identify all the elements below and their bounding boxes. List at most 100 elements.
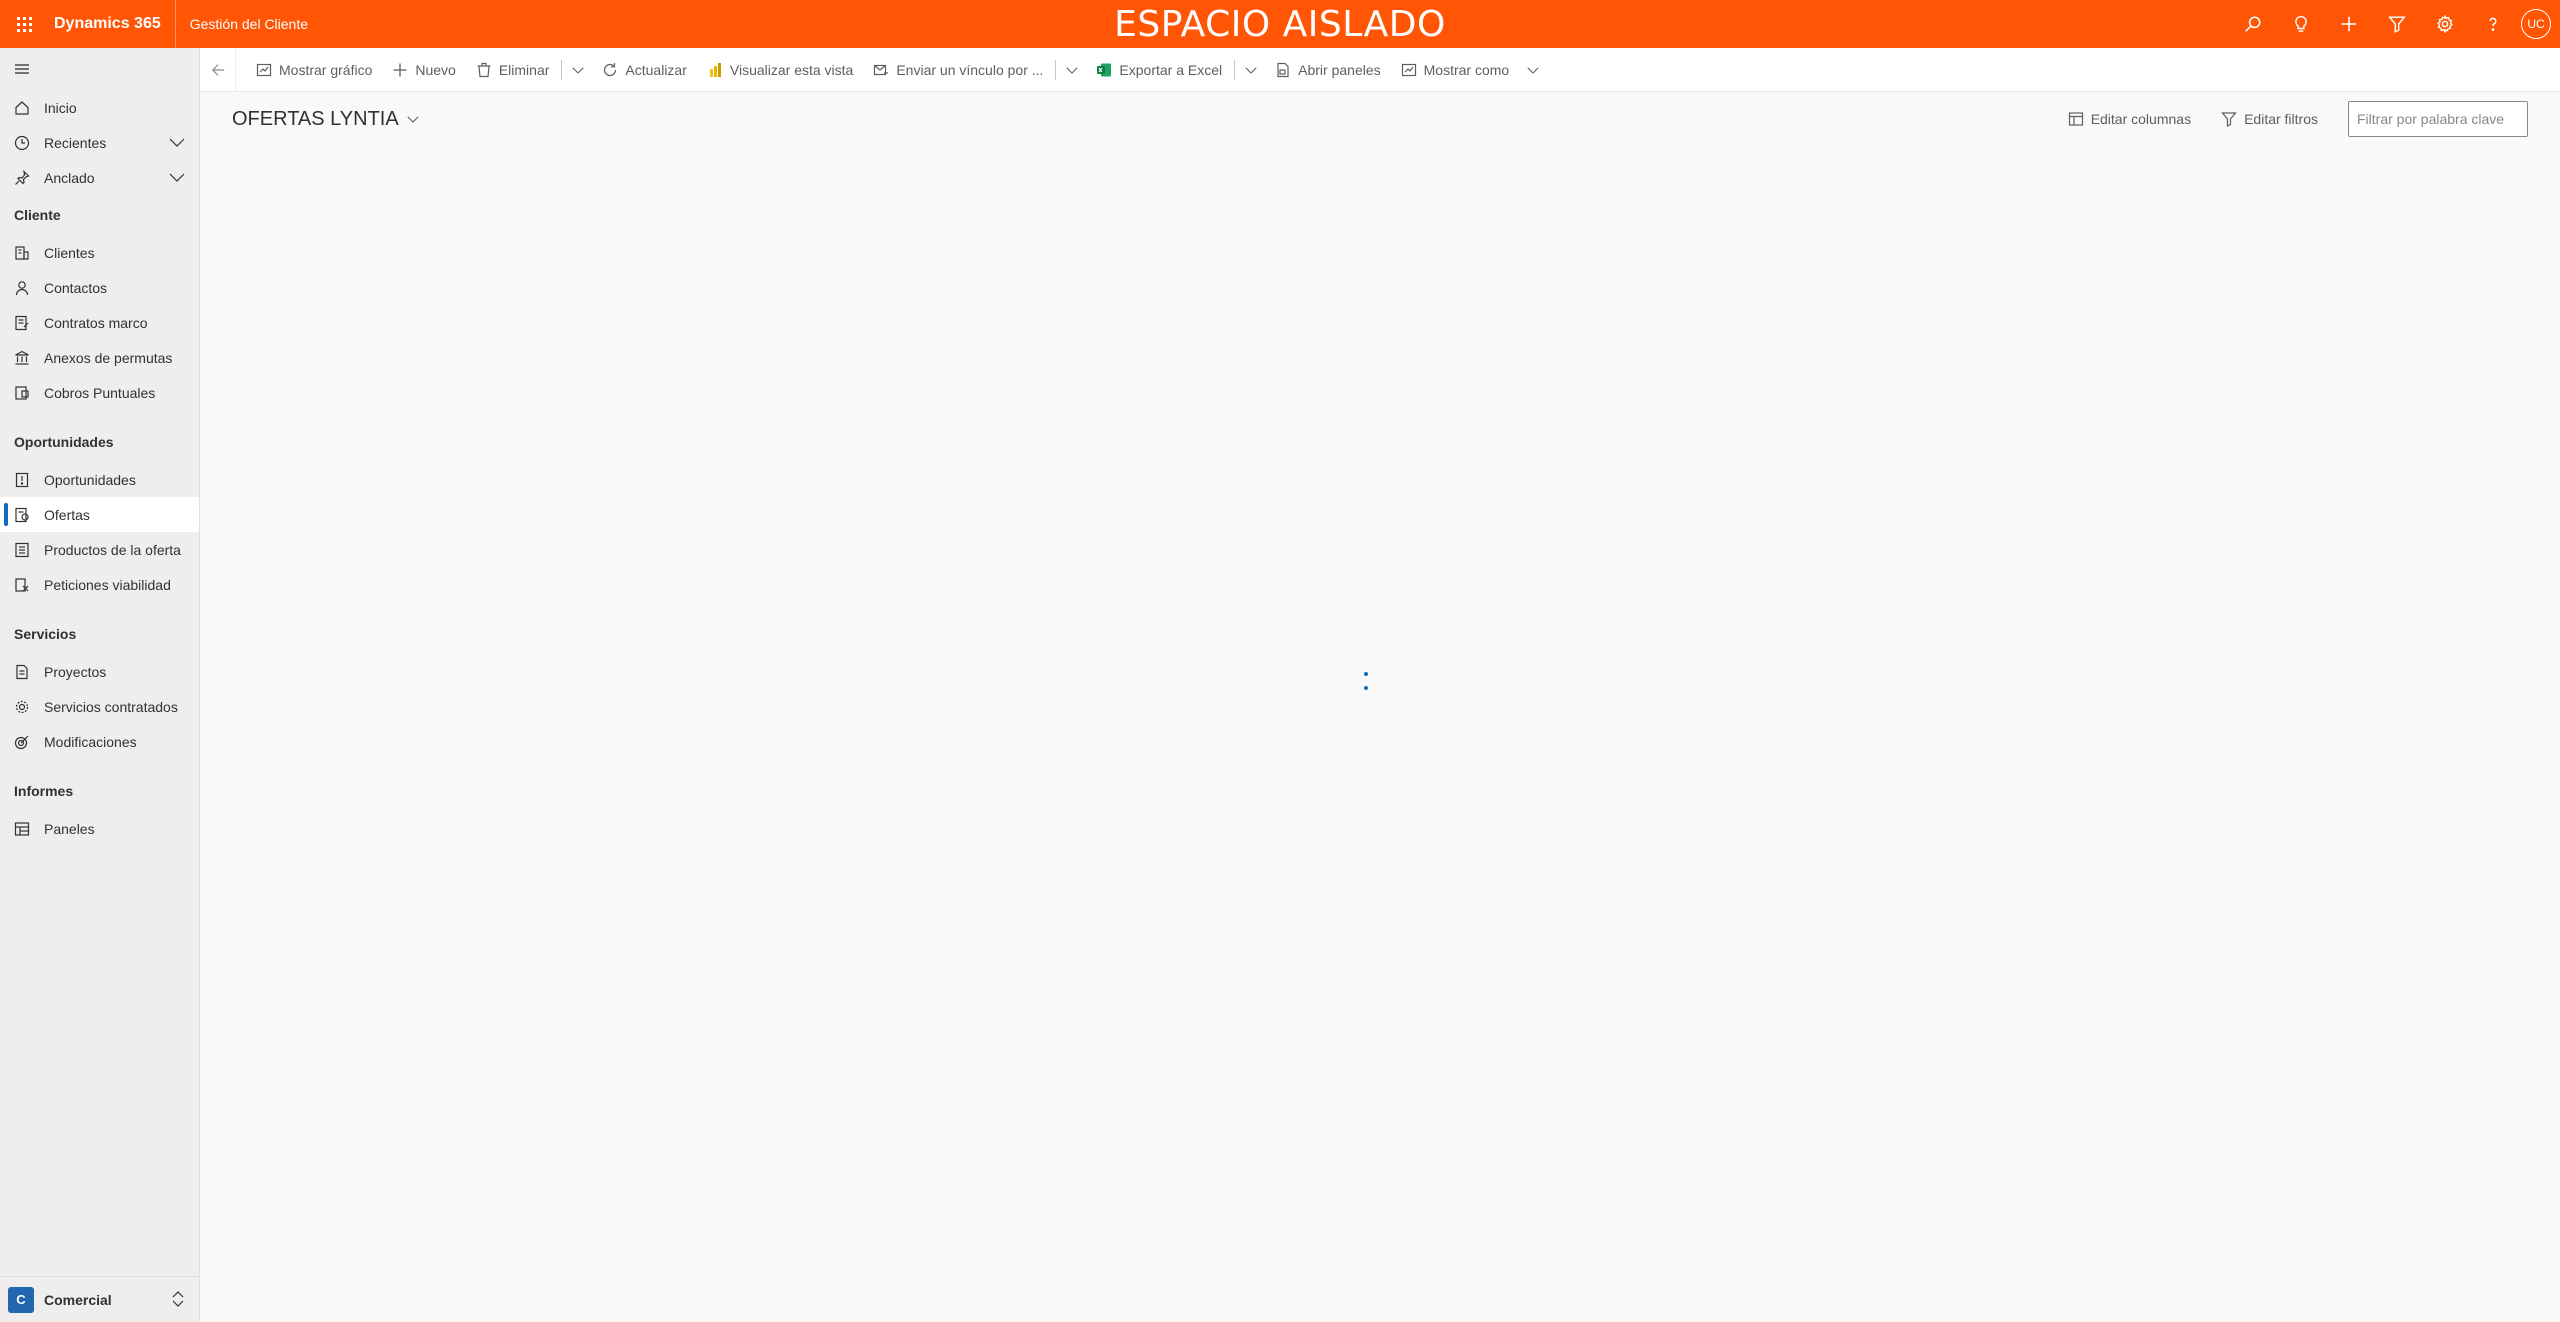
sidebar-item-label: Ofertas <box>44 506 90 523</box>
advanced-find-button[interactable] <box>2373 0 2421 48</box>
open-dashboards-label: Abrir paneles <box>1298 61 1381 78</box>
view-title: OFERTAS LYNTIA <box>232 107 399 130</box>
power-bi-icon <box>709 62 721 77</box>
view-tools: Editar columnas Editar filtros <box>2068 100 2528 138</box>
app-name[interactable]: Gestión del Cliente <box>176 16 308 32</box>
sidebar-item-cobros-puntuales[interactable]: Cobros Puntuales <box>0 375 199 410</box>
pin-icon <box>14 169 30 186</box>
home-icon <box>14 100 30 116</box>
person-icon <box>14 280 30 296</box>
keyword-filter-input[interactable] <box>2348 101 2528 137</box>
show-as-button[interactable]: Mostrar como <box>1391 48 1520 92</box>
sidebar-item-label: Productos de la oferta <box>44 541 181 558</box>
export-excel-button[interactable]: Exportar a Excel <box>1086 48 1232 92</box>
lightbulb-icon <box>2295 15 2307 32</box>
area-switcher[interactable]: C Comercial <box>0 1276 199 1322</box>
collapse-nav-button[interactable] <box>0 48 199 90</box>
view-chart-icon <box>1401 63 1416 76</box>
sidebar-item-paneles[interactable]: Paneles <box>0 811 199 846</box>
filter-icon <box>2221 112 2237 127</box>
waffle-icon <box>16 16 32 32</box>
mail-link-icon <box>874 64 889 75</box>
sidebar-item-anexos-de-permutas[interactable]: Anexos de permutas <box>0 340 199 375</box>
document-icon <box>14 664 30 680</box>
sidebar-item-servicios-contratados[interactable]: Servicios contratados <box>0 689 199 724</box>
sitemap-sidebar: Inicio Recientes Anclado Cliente Cliente… <box>0 48 200 1322</box>
section-title-informes: Informes <box>14 783 74 799</box>
sidebar-item-inicio[interactable]: Inicio <box>0 90 199 125</box>
delete-label: Eliminar <box>498 61 550 78</box>
loading-spinner <box>1362 670 1370 700</box>
sidebar-item-contactos[interactable]: Contactos <box>0 270 199 305</box>
search-button[interactable] <box>2229 0 2277 48</box>
search-icon <box>2245 16 2261 32</box>
view-selector[interactable]: OFERTAS LYNTIA <box>232 104 419 134</box>
email-link-label: Enviar un vínculo por ... <box>896 61 1044 78</box>
separator <box>1055 59 1057 80</box>
sidebar-item-productos-de-la-oferta[interactable]: Productos de la oferta <box>0 532 199 567</box>
sidebar-item-proyectos[interactable]: Proyectos <box>0 654 199 689</box>
sidebar-item-label: Recientes <box>44 134 107 151</box>
user-avatar[interactable]: UC <box>2521 9 2551 39</box>
sidebar-item-label: Anclado <box>44 169 95 186</box>
sidebar-item-anclado[interactable]: Anclado <box>0 160 199 195</box>
new-record-button[interactable] <box>2325 0 2373 48</box>
columns-icon <box>2068 112 2083 126</box>
visualize-view-button[interactable]: Visualizar esta vista <box>697 48 863 92</box>
show-chart-button[interactable]: Mostrar gráfico <box>246 48 382 92</box>
sidebar-item-label: Modificaciones <box>44 733 137 750</box>
open-dashboards-button[interactable]: Abrir paneles <box>1265 48 1391 92</box>
export-excel-dropdown[interactable] <box>1237 48 1265 92</box>
chart-icon <box>256 63 272 76</box>
sidebar-item-peticiones-viabilidad[interactable]: Peticiones viabilidad <box>0 567 199 602</box>
chevron-down-icon <box>572 66 585 74</box>
separator <box>1234 59 1236 80</box>
back-button[interactable] <box>200 47 236 92</box>
arrow-left-icon <box>211 63 224 76</box>
sidebar-item-modificaciones[interactable]: Modificaciones <box>0 724 199 759</box>
sidebar-item-recientes[interactable]: Recientes <box>0 125 199 160</box>
top-bar: Dynamics 365 Gestión del Cliente ESPACIO… <box>0 0 2560 48</box>
chevron-down-icon[interactable] <box>169 169 185 185</box>
chevron-down-icon <box>407 116 419 123</box>
excel-icon <box>1097 63 1112 76</box>
quote-icon <box>14 507 30 523</box>
email-link-button[interactable]: Enviar un vínculo por ... <box>863 48 1053 92</box>
settings-button[interactable] <box>2421 0 2469 48</box>
dashboard-file-icon <box>1277 62 1289 77</box>
trash-icon <box>477 62 491 77</box>
target-icon <box>14 734 30 750</box>
sidebar-item-label: Servicios contratados <box>44 698 178 715</box>
sidebar-item-contratos-marco[interactable]: Contratos marco <box>0 305 199 340</box>
section-title-servicios: Servicios <box>14 626 77 642</box>
dashboard-icon <box>14 821 30 837</box>
filter-icon <box>2388 16 2406 33</box>
sidebar-item-clientes[interactable]: Clientes <box>0 235 199 270</box>
export-excel-label: Exportar a Excel <box>1119 61 1223 78</box>
refresh-label: Actualizar <box>625 61 687 78</box>
sidebar-item-ofertas[interactable]: Ofertas <box>0 497 199 532</box>
delete-button[interactable]: Eliminar <box>466 48 560 92</box>
hamburger-icon <box>15 64 29 74</box>
receipt-icon <box>14 385 30 401</box>
email-link-dropdown[interactable] <box>1058 48 1086 92</box>
ideas-button[interactable] <box>2277 0 2325 48</box>
help-button[interactable] <box>2469 0 2517 48</box>
section-title-oportunidades: Oportunidades <box>14 434 114 450</box>
app-launcher-button[interactable] <box>0 0 48 48</box>
product-name[interactable]: Dynamics 365 <box>48 0 176 48</box>
sidebar-item-label: Contratos marco <box>44 314 148 331</box>
edit-filters-button[interactable]: Editar filtros <box>2221 111 2318 127</box>
separator <box>561 59 563 80</box>
refresh-button[interactable]: Actualizar <box>592 48 696 92</box>
spinner-dot <box>1364 672 1368 676</box>
sidebar-item-label: Contactos <box>44 279 108 296</box>
delete-more-dropdown[interactable] <box>564 48 592 92</box>
edit-columns-button[interactable]: Editar columnas <box>2068 111 2191 127</box>
show-as-dropdown[interactable] <box>1519 48 1547 92</box>
sidebar-item-oportunidades[interactable]: Oportunidades <box>0 462 199 497</box>
chevron-down-icon[interactable] <box>169 134 185 150</box>
bank-icon <box>14 350 30 366</box>
gear-icon <box>2437 15 2453 33</box>
new-button[interactable]: Nuevo <box>382 48 465 92</box>
